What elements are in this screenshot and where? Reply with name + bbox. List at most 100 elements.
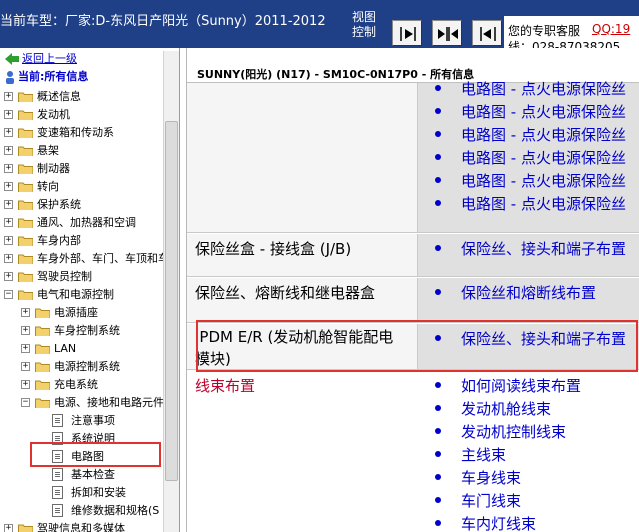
top-link[interactable]: 电路图 - 点火电源保险丝	[461, 78, 626, 99]
expand-icon[interactable]: +	[4, 164, 13, 173]
tree-item[interactable]: + 驾驶信息和多媒体	[0, 520, 162, 532]
view-button-expand-right[interactable]	[392, 20, 422, 46]
tree-item-label: 电源控制系统	[54, 360, 120, 373]
tree-item[interactable]: + 车身外部、车门、车顶和车	[0, 250, 169, 268]
tree-item[interactable]: 系统说明	[0, 430, 162, 448]
current-car-model: 当前车型：厂家:D-东风日产阳光（Sunny）2011-2012	[0, 14, 326, 29]
expand-icon[interactable]: +	[21, 344, 30, 353]
expand-icon[interactable]: +	[4, 200, 13, 209]
tree-item[interactable]: + 通风、加热器和空调	[0, 214, 162, 232]
tree-item[interactable]: 电路图	[0, 448, 162, 466]
harness-link[interactable]: 主线束	[461, 444, 506, 465]
tree-item[interactable]: 拆卸和安装	[0, 484, 162, 502]
tree-item[interactable]: + 充电系统	[0, 376, 162, 394]
tree-item-label: 驾驶信息和多媒体	[37, 522, 125, 532]
tree-back-label[interactable]: 返回上一级	[22, 50, 77, 68]
expand-icon[interactable]: +	[21, 380, 30, 389]
harness-link-bullet	[435, 405, 441, 411]
navigation-tree: 返回上一级 当前:所有信息 + 概述信息 + 发动机 + 变速箱和传动系 + 悬架 + 制动器 + 转…	[0, 48, 180, 532]
folder-icon	[18, 236, 33, 246]
tree-item[interactable]: 基本检查	[0, 466, 162, 484]
tree-item-label: LAN	[54, 342, 77, 355]
tree-item-label: 变速箱和传动系	[37, 126, 114, 139]
harness-link[interactable]: 如何阅读线束布置	[461, 375, 581, 396]
tree-item[interactable]: 维修数据和规格(S	[0, 502, 162, 520]
expand-icon[interactable]: +	[21, 308, 30, 317]
tree-scrollbar-thumb[interactable]	[165, 121, 178, 481]
top-bar: 当前车型：厂家:D-东风日产阳光（Sunny）2011-2012 视图控制 您的…	[0, 0, 639, 48]
top-link-bullet	[435, 85, 441, 91]
tree-item-label: 保护系统	[37, 198, 81, 211]
row3-bullet	[435, 335, 441, 341]
expand-icon[interactable]: +	[4, 146, 13, 155]
expand-icon[interactable]: +	[21, 362, 30, 371]
arrows-in-icon	[438, 27, 458, 41]
tree-item[interactable]: + 电源插座	[0, 304, 162, 322]
view-button-split[interactable]	[432, 20, 462, 46]
tree-item-label: 车身外部、车门、车顶和车	[37, 252, 169, 265]
top-link[interactable]: 电路图 - 点火电源保险丝	[461, 124, 626, 145]
expand-icon[interactable]: +	[4, 272, 13, 281]
top-link[interactable]: 电路图 - 点火电源保险丝	[461, 193, 626, 214]
collapse-icon[interactable]: −	[4, 290, 13, 299]
row3-link[interactable]: 保险丝、接头和端子布置	[461, 328, 626, 349]
tree-item[interactable]: + 悬架	[0, 142, 162, 160]
row2-link[interactable]: 保险丝和熔断线布置	[461, 282, 596, 303]
row1-link[interactable]: 保险丝、接头和端子布置	[461, 238, 626, 259]
folder-icon	[18, 128, 33, 138]
tree-item[interactable]: + 转向	[0, 178, 162, 196]
harness-link-bullet	[435, 382, 441, 388]
row2-bullet	[435, 289, 441, 295]
tree-item[interactable]: + 变速箱和传动系	[0, 124, 162, 142]
top-link[interactable]: 电路图 - 点火电源保险丝	[461, 170, 626, 191]
harness-link[interactable]: 发动机控制线束	[461, 421, 566, 442]
tree-item[interactable]: + 保护系统	[0, 196, 162, 214]
arrow-left-bar-icon	[480, 27, 496, 41]
expand-icon[interactable]: +	[4, 218, 13, 227]
expand-icon[interactable]: +	[4, 110, 13, 119]
folder-icon	[35, 362, 50, 372]
service-qq-link[interactable]: QQ:19	[592, 22, 630, 36]
harness-link[interactable]: 发动机舱线束	[461, 398, 551, 419]
expand-icon[interactable]: +	[4, 236, 13, 245]
tree-item[interactable]: 注意事项	[0, 412, 162, 430]
row1-title: 保险丝盒 - 接线盒 (J/B)	[195, 240, 352, 258]
expand-icon[interactable]: +	[4, 254, 13, 263]
harness-link[interactable]: 车门线束	[461, 490, 521, 511]
row2-title: 保险丝、熔断线和继电器盒	[195, 284, 376, 302]
tree-item[interactable]: + LAN	[0, 340, 162, 358]
content-panel: SUNNY(阳光) (N17) - SM10C-0N17P0 - 所有信息 电路…	[186, 48, 639, 532]
tree-scrollbar[interactable]	[163, 51, 179, 532]
tree-item[interactable]: − 电源、接地和电路元件	[0, 394, 164, 412]
folder-icon	[18, 164, 33, 174]
expand-icon[interactable]: +	[4, 524, 13, 532]
harness-link[interactable]: 车身线束	[461, 467, 521, 488]
tree-item-label: 电源、接地和电路元件	[54, 396, 164, 409]
arrow-right-bar-icon	[400, 27, 416, 41]
tree-item-label: 基本检查	[71, 468, 115, 481]
folder-icon	[35, 326, 50, 336]
view-button-expand-left[interactable]	[472, 20, 502, 46]
tree-item[interactable]: − 电气和电源控制	[0, 286, 162, 304]
tree-item[interactable]: + 概述信息	[0, 88, 162, 106]
document-icon	[52, 414, 63, 427]
expand-icon[interactable]: +	[4, 92, 13, 101]
top-block-left	[187, 83, 417, 233]
top-link[interactable]: 电路图 - 点火电源保险丝	[461, 101, 626, 122]
top-link[interactable]: 电路图 - 点火电源保险丝	[461, 147, 626, 168]
tree-item-label: 维修数据和规格(S	[71, 504, 160, 517]
harness-link[interactable]: 车内灯线束	[461, 513, 536, 532]
tree-item[interactable]: + 电源控制系统	[0, 358, 162, 376]
expand-icon[interactable]: +	[4, 182, 13, 191]
collapse-icon[interactable]: −	[21, 398, 30, 407]
folder-icon	[35, 344, 50, 354]
tree-item[interactable]: + 车身控制系统	[0, 322, 162, 340]
tree-item[interactable]: + 车身内部	[0, 232, 162, 250]
expand-icon[interactable]: +	[4, 128, 13, 137]
folder-icon	[18, 182, 33, 192]
tree-item-label: 电气和电源控制	[37, 288, 114, 301]
expand-icon[interactable]: +	[21, 326, 30, 335]
tree-item[interactable]: + 发动机	[0, 106, 162, 124]
tree-item[interactable]: + 驾驶员控制	[0, 268, 162, 286]
tree-item[interactable]: + 制动器	[0, 160, 162, 178]
